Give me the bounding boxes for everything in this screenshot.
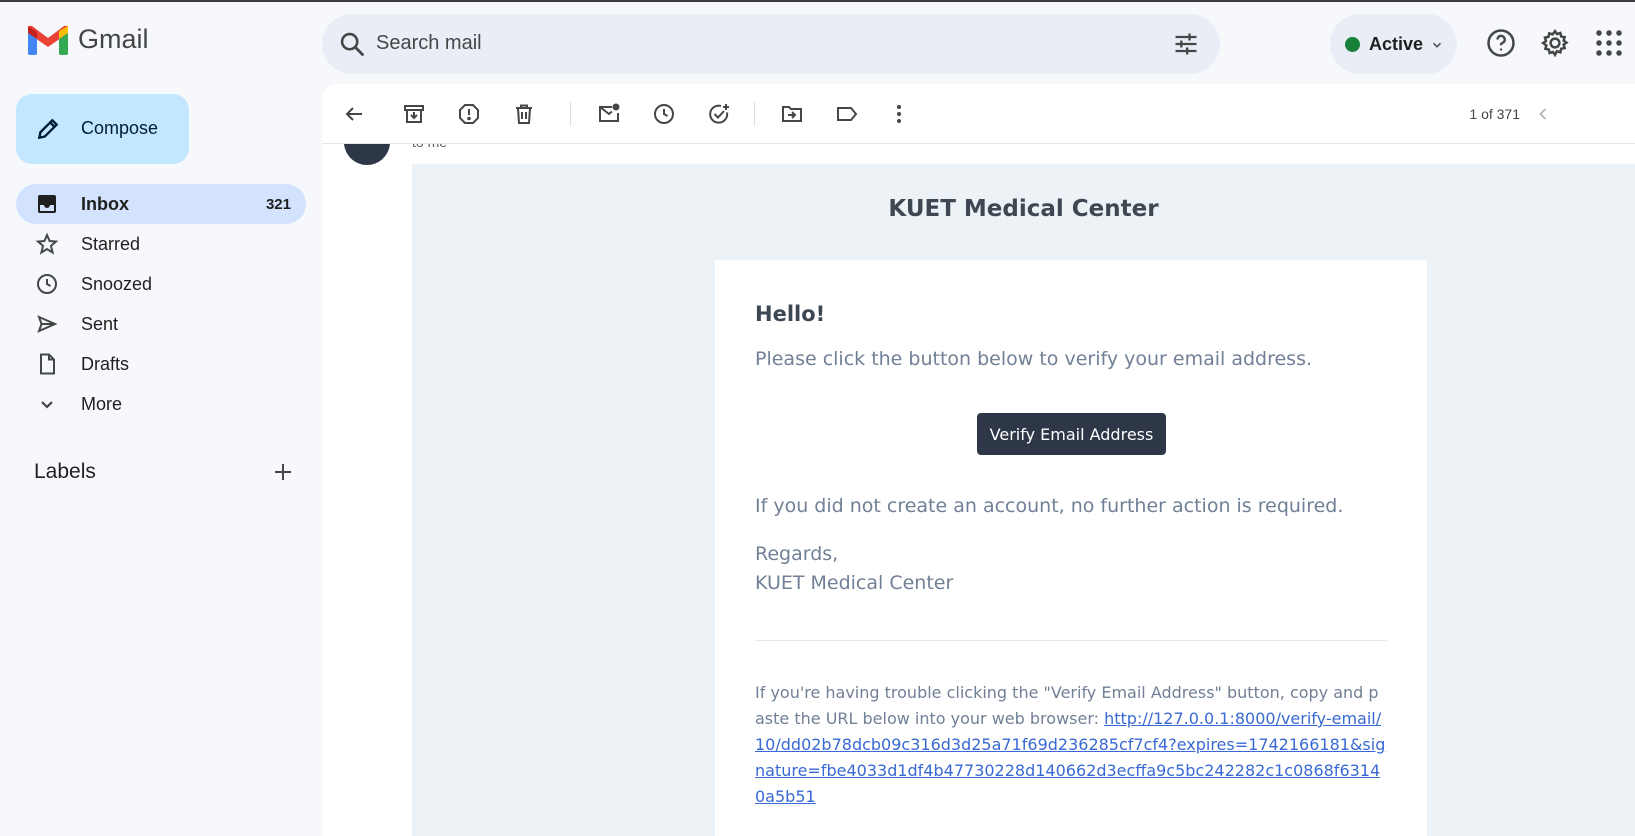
sidebar-item-more[interactable]: More <box>16 384 306 424</box>
email-intro-text: Please click the button below to verify … <box>755 348 1313 370</box>
email-brand-header: KUET Medical Center <box>888 196 1159 222</box>
chevron-down-icon <box>41 401 53 409</box>
compose-label: Compose <box>81 118 159 138</box>
email-divider <box>755 640 1387 641</box>
search-icon[interactable] <box>338 30 366 58</box>
more-vertical-icon[interactable] <box>887 102 911 126</box>
send-icon <box>37 315 58 333</box>
status-selector[interactable]: Active <box>1330 14 1457 74</box>
gmail-logo[interactable]: Gmail <box>28 24 149 55</box>
compose-button[interactable]: Compose <box>16 94 189 164</box>
sidebar-item-label: More <box>81 394 123 414</box>
gmail-m-icon <box>28 25 68 55</box>
email-subcopy: If you're having trouble clicking the "V… <box>755 680 1387 810</box>
gmail-wordmark: Gmail <box>78 24 149 54</box>
status-label: Active <box>1369 34 1424 54</box>
search-options-icon[interactable] <box>1172 30 1200 58</box>
add-task-icon[interactable] <box>707 102 731 126</box>
star-icon <box>35 232 59 255</box>
pagination-count: 1 of 371 <box>1469 106 1520 122</box>
unread-count-badge: 321 <box>265 196 291 213</box>
snooze-clock-icon[interactable] <box>652 102 676 126</box>
sidebar-item-label: Starred <box>81 234 141 254</box>
email-body: KUET Medical Center Hello! Please click … <box>412 164 1635 836</box>
report-spam-icon[interactable] <box>457 102 481 126</box>
sidebar-item-label: Inbox <box>81 194 129 214</box>
settings-gear-icon[interactable] <box>1540 28 1570 58</box>
chevron-left-icon[interactable] <box>1533 104 1553 124</box>
labels-heading: Labels <box>34 460 96 483</box>
sidebar-nav: Inbox 321 Starred Snoozed Sent Drafts Mo… <box>16 184 306 424</box>
draft-icon <box>40 353 55 375</box>
toolbar-divider <box>570 102 571 126</box>
sidebar-item-label: Drafts <box>81 354 130 374</box>
move-to-folder-icon[interactable] <box>780 102 804 126</box>
inbox-icon <box>38 195 56 213</box>
sidebar-item-sent[interactable]: Sent <box>16 304 306 344</box>
sidebar-item-starred[interactable]: Starred <box>16 224 306 264</box>
email-regards: Regards, <box>755 543 839 565</box>
message-toolbar: 1 of 371 <box>322 84 1635 144</box>
sidebar-item-label: Snoozed <box>81 274 153 294</box>
sidebar-item-label: Sent <box>81 314 119 334</box>
pencil-icon <box>37 118 59 140</box>
status-dot <box>1345 37 1360 52</box>
add-label-icon[interactable] <box>271 460 295 484</box>
message-view: 1 of 371 to me KUET Medical Center Hello… <box>322 84 1635 836</box>
chevron-down-icon <box>1432 42 1442 48</box>
apps-grid-icon[interactable] <box>1594 28 1624 58</box>
clock-icon <box>37 274 57 294</box>
sidebar-item-inbox[interactable]: Inbox 321 <box>16 184 306 224</box>
delete-trash-icon[interactable] <box>512 102 536 126</box>
sidebar-item-drafts[interactable]: Drafts <box>16 344 306 384</box>
sidebar-item-snoozed[interactable]: Snoozed <box>16 264 306 304</box>
help-icon[interactable] <box>1486 28 1516 58</box>
search-bar[interactable]: Search mail <box>322 14 1220 74</box>
toolbar-divider <box>754 102 755 126</box>
email-greeting: Hello! <box>755 302 826 326</box>
mark-unread-icon[interactable] <box>597 102 621 126</box>
email-signature: KUET Medical Center <box>755 572 954 594</box>
label-tag-icon[interactable] <box>835 102 859 126</box>
search-input[interactable]: Search mail <box>376 32 482 55</box>
email-content-card: Hello! Please click the button below to … <box>715 260 1427 836</box>
archive-icon[interactable] <box>402 102 426 126</box>
verify-email-button[interactable]: Verify Email Address <box>977 413 1166 455</box>
back-arrow-icon[interactable] <box>342 102 366 126</box>
email-outro-text: If you did not create an account, no fur… <box>755 495 1344 517</box>
